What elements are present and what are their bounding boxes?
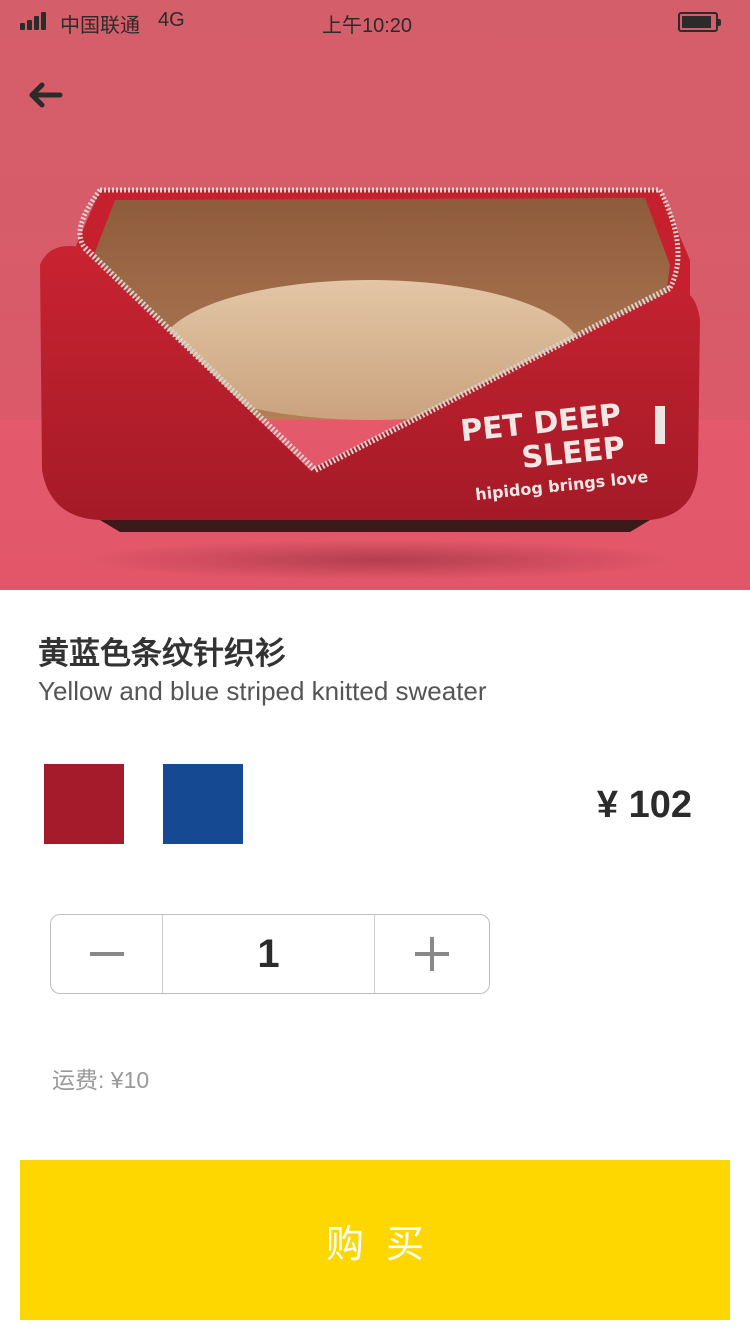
quantity-stepper: 1 [50,914,490,994]
decrease-quantity-button[interactable] [51,915,163,993]
product-title-en: Yellow and blue striped knitted sweater [38,676,487,706]
plus-icon [415,937,449,971]
back-button[interactable] [26,78,66,112]
status-time: 上午10:20 [321,15,413,37]
pet-bed-image: PET DEEP SLEEP hipidog brings love [40,187,700,580]
product-hero: 中国联通 4G 上午10:20 PET DEEP SLEEP hipidog b… [0,0,750,590]
buy-button[interactable]: 购买 [20,1160,730,1320]
minus-icon [89,952,124,956]
shipping-fee: 运费: ¥10 [52,1067,150,1093]
increase-quantity-button[interactable] [374,915,489,993]
arrow-left-icon [29,82,63,108]
battery-icon [678,12,721,32]
product-price: ¥ 102 [596,784,692,826]
color-swatch-red[interactable] [44,764,124,844]
product-title-zh: 黄蓝色条纹针织衫 [38,636,286,672]
quantity-value[interactable]: 1 [163,915,374,993]
color-swatch-blue[interactable] [163,764,243,844]
status-bar: 中国联通 4G 上午10:20 [0,0,750,40]
